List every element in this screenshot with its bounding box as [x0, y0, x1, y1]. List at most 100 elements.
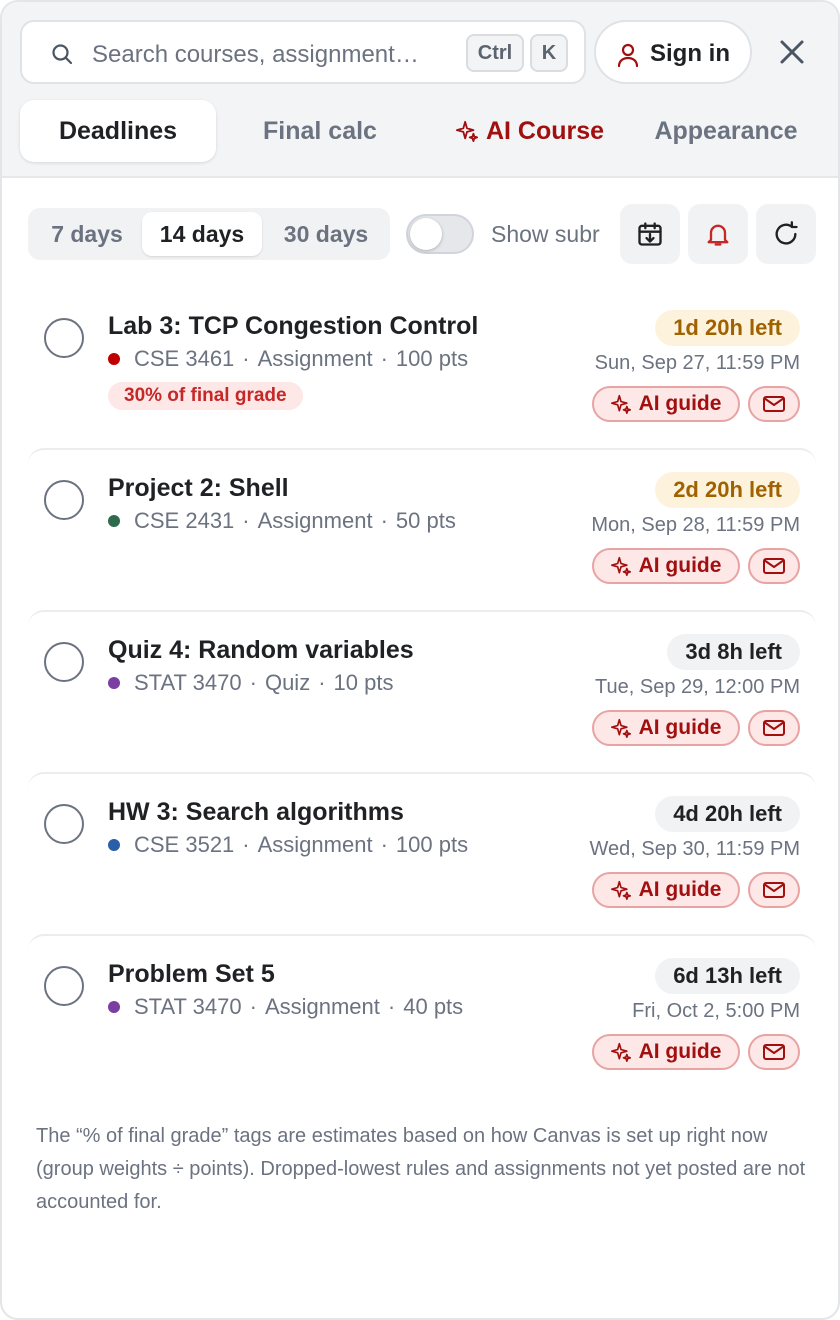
show-submitted-toggle[interactable]	[406, 214, 474, 254]
toggle-knob	[410, 218, 442, 250]
deadlines-panel: Search courses, assignment… Ctrl K Sign …	[0, 0, 840, 1320]
range-selector: 7 days 14 days 30 days	[28, 208, 390, 260]
sparkle-icon	[610, 718, 631, 738]
course-color-dot	[108, 353, 120, 365]
list-item: Lab 3: TCP Congestion Control CSE 3461 · …	[28, 288, 816, 450]
item-type: Assignment	[257, 346, 373, 371]
item-type: Assignment	[257, 832, 373, 857]
refresh-button[interactable]	[756, 204, 816, 264]
show-submitted-label: Show subr	[491, 221, 600, 247]
ai-guide-button[interactable]: AI guide	[592, 548, 740, 584]
due-date: Sun, Sep 27, 11:59 PM	[594, 352, 800, 374]
due-date: Fri, Oct 2, 5:00 PM	[632, 1000, 800, 1022]
ai-guide-button[interactable]: AI guide	[592, 1034, 740, 1070]
list-item: Problem Set 5 STAT 3470 · Assignment · 40 …	[28, 934, 816, 1096]
item-title[interactable]: Lab 3: TCP Congestion Control	[108, 312, 478, 341]
grade-estimate-note: The “% of final grade” tags are estimate…	[36, 1125, 806, 1213]
due-date: Tue, Sep 29, 12:00 PM	[595, 676, 800, 698]
course-color-dot	[108, 677, 120, 689]
mail-icon	[763, 720, 785, 736]
complete-checkbox[interactable]	[44, 318, 84, 358]
item-meta: STAT 3470 · Quiz · 10 pts	[108, 670, 393, 696]
user-icon	[617, 43, 639, 68]
sparkle-icon	[610, 880, 631, 900]
tab-bar: Deadlines Final calc AI Course Appearanc…	[20, 100, 820, 162]
complete-checkbox[interactable]	[44, 966, 84, 1006]
search-icon	[52, 44, 73, 65]
email-button[interactable]	[748, 1034, 800, 1070]
item-title[interactable]: HW 3: Search algorithms	[108, 798, 404, 827]
search-bar[interactable]: Search courses, assignment… Ctrl K	[20, 20, 586, 84]
sparkle-icon	[610, 556, 631, 576]
calendar-download-icon	[638, 222, 662, 246]
close-icon[interactable]	[772, 32, 812, 72]
time-left-badge: 2d 20h left	[655, 472, 800, 508]
search-placeholder[interactable]: Search courses, assignment…	[92, 41, 419, 69]
shortcut-ctrl-key: Ctrl	[466, 34, 524, 72]
ai-guide-button[interactable]: AI guide	[592, 386, 740, 422]
course-color-dot	[108, 839, 120, 851]
time-left-badge: 4d 20h left	[655, 796, 800, 832]
mail-icon	[763, 882, 785, 898]
grade-weight-tag: 30% of final grade	[108, 382, 303, 410]
item-meta: CSE 3521 · Assignment · 100 pts	[108, 832, 468, 858]
item-course: STAT 3470	[134, 994, 242, 1019]
ai-guide-button[interactable]: AI guide	[592, 710, 740, 746]
email-button[interactable]	[748, 548, 800, 584]
item-course: CSE 2431	[134, 508, 235, 533]
time-left-badge: 1d 20h left	[655, 310, 800, 346]
tab-ai-course[interactable]: AI Course	[430, 100, 630, 162]
mail-icon	[763, 1044, 785, 1060]
list-item: Quiz 4: Random variables STAT 3470 · Quiz…	[28, 610, 816, 772]
item-title[interactable]: Project 2: Shell	[108, 474, 289, 503]
due-date: Wed, Sep 30, 11:59 PM	[589, 838, 801, 860]
tab-appearance[interactable]: Appearance	[630, 100, 822, 162]
item-course: STAT 3470	[134, 670, 242, 695]
mail-icon	[763, 396, 785, 412]
course-color-dot	[108, 1001, 120, 1013]
complete-checkbox[interactable]	[44, 804, 84, 844]
calendar-export-button[interactable]	[620, 204, 680, 264]
time-left-badge: 6d 13h left	[655, 958, 800, 994]
item-course: CSE 3521	[134, 832, 235, 857]
email-button[interactable]	[748, 386, 800, 422]
item-points: 50 pts	[395, 508, 456, 533]
range-30-days[interactable]: 30 days	[266, 212, 386, 256]
range-7-days[interactable]: 7 days	[34, 212, 140, 256]
list-item: HW 3: Search algorithms CSE 3521 · Assign…	[28, 772, 816, 934]
ai-guide-button[interactable]: AI guide	[592, 872, 740, 908]
due-date: Mon, Sep 28, 11:59 PM	[591, 514, 800, 536]
range-14-days[interactable]: 14 days	[142, 212, 262, 256]
item-type: Assignment	[257, 508, 373, 533]
item-title[interactable]: Problem Set 5	[108, 960, 275, 989]
item-meta: STAT 3470 · Assignment · 40 pts	[108, 994, 463, 1020]
shortcut-k-key: K	[530, 34, 568, 72]
panel-header: Search courses, assignment… Ctrl K Sign …	[2, 2, 838, 178]
sparkle-icon	[455, 120, 478, 142]
mail-icon	[763, 558, 785, 574]
item-title[interactable]: Quiz 4: Random variables	[108, 636, 414, 665]
tab-final-calc[interactable]: Final calc	[220, 100, 420, 162]
item-type: Quiz	[264, 670, 311, 695]
sign-in-button[interactable]: Sign in	[594, 20, 752, 84]
item-meta: CSE 3461 · Assignment · 100 pts	[108, 346, 468, 372]
email-button[interactable]	[748, 872, 800, 908]
email-button[interactable]	[748, 710, 800, 746]
item-points: 10 pts	[333, 670, 394, 695]
course-color-dot	[108, 515, 120, 527]
item-points: 100 pts	[395, 832, 469, 857]
sparkle-icon	[610, 1042, 631, 1062]
list-item: Project 2: Shell CSE 2431 · Assignment · 5…	[28, 448, 816, 610]
item-type: Assignment	[264, 994, 380, 1019]
item-meta: CSE 2431 · Assignment · 50 pts	[108, 508, 456, 534]
complete-checkbox[interactable]	[44, 480, 84, 520]
tab-deadlines[interactable]: Deadlines	[20, 100, 216, 162]
complete-checkbox[interactable]	[44, 642, 84, 682]
item-course: CSE 3461	[134, 346, 235, 371]
item-points: 40 pts	[403, 994, 464, 1019]
sign-in-label: Sign in	[650, 40, 730, 67]
notifications-button[interactable]	[688, 204, 748, 264]
bell-icon	[707, 224, 729, 246]
time-left-badge: 3d 8h left	[667, 634, 800, 670]
refresh-icon	[775, 221, 798, 245]
